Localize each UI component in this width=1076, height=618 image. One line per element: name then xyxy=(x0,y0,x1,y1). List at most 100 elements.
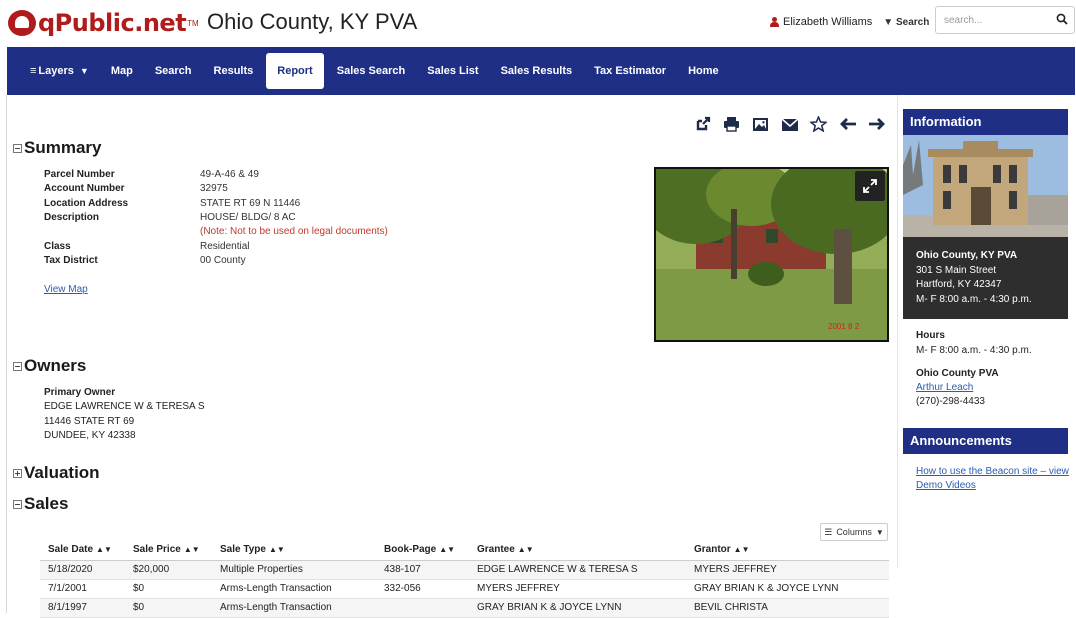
summary-value-account: 32975 xyxy=(200,183,228,195)
photo-date-stamp: 2001 8 2 xyxy=(828,322,860,331)
cell-book-page: 438-107 xyxy=(376,560,469,580)
share-icon[interactable] xyxy=(688,114,717,134)
print-icon[interactable] xyxy=(717,114,746,134)
column-header-sale-price[interactable]: Sale Price ▲▼ xyxy=(125,540,212,561)
user-name: Elizabeth Williams xyxy=(783,16,873,28)
sort-icon: ▲▼ xyxy=(733,545,750,555)
nav-item-search[interactable]: Search xyxy=(144,53,203,89)
expand-icon xyxy=(863,179,877,193)
owner-name: EDGE LAWRENCE W & TERESA S xyxy=(44,401,205,413)
table-row: 5/18/2020 $20,000 Multiple Properties 43… xyxy=(40,560,889,580)
nav-item-results[interactable]: Results xyxy=(203,53,265,89)
summary-value-description: HOUSE/ BLDG/ 8 AC xyxy=(200,211,296,223)
nav-item-sales-list[interactable]: Sales List xyxy=(416,53,489,89)
cell-grantee: EDGE LAWRENCE W & TERESA S xyxy=(469,560,686,580)
cell-grantor: BEVIL CHRISTA xyxy=(686,598,889,618)
sort-icon: ▲▼ xyxy=(517,545,534,555)
summary-section-header[interactable]: Summary xyxy=(13,138,101,158)
sort-icon: ▲▼ xyxy=(96,545,112,555)
top-header: qPublic.net TM Ohio County, KY PVA Eliza… xyxy=(0,0,1076,46)
nav-item-label: Layers xyxy=(38,65,74,77)
column-label: Sale Type xyxy=(220,544,266,556)
view-map-link[interactable]: View Map xyxy=(44,284,88,295)
cell-sale-price: $0 xyxy=(125,598,212,618)
table-header-row: Sale Date ▲▼ Sale Price ▲▼ Sale Type ▲▼ Boo… xyxy=(40,540,889,561)
valuation-section-header[interactable]: Valuation xyxy=(13,463,100,483)
sales-table: Sale Date ▲▼ Sale Price ▲▼ Sale Type ▲▼ Boo… xyxy=(40,540,889,618)
cell-grantor: GRAY BRIAN K & JOYCE LYNN xyxy=(686,579,889,599)
column-header-sale-type[interactable]: Sale Type ▲▼ xyxy=(212,540,376,561)
collapse-icon xyxy=(13,499,22,509)
cell-sale-type: Arms-Length Transaction xyxy=(212,579,376,599)
column-label: Book-Page xyxy=(384,544,437,556)
column-header-grantee[interactable]: Grantee ▲▼ xyxy=(469,540,686,561)
office-name: Ohio County, KY PVA xyxy=(916,250,1018,261)
user-menu[interactable]: Elizabeth Williams ▼ xyxy=(770,16,893,28)
cell-grantee: MYERS JEFFREY xyxy=(469,579,686,599)
nav-item-home[interactable]: Home xyxy=(677,53,730,89)
search-input[interactable] xyxy=(936,7,1046,33)
pva-phone: (270)-298-4433 xyxy=(916,396,985,407)
nav-item-tax-estimator[interactable]: Tax Estimator xyxy=(583,53,677,89)
nav-item-sales-results[interactable]: Sales Results xyxy=(490,53,584,89)
summary-table: Parcel Number 49-A-46 & 49 Account Numbe… xyxy=(0,168,640,278)
cell-sale-type: Multiple Properties xyxy=(212,560,376,580)
cell-sale-price: $0 xyxy=(125,579,212,599)
nav-item-map[interactable]: Map xyxy=(100,53,144,89)
summary-value-parcel: 49-A-46 & 49 xyxy=(200,169,259,180)
column-label: Sale Price xyxy=(133,544,181,556)
valuation-heading: Valuation xyxy=(24,463,100,482)
column-label: Grantee xyxy=(477,544,515,556)
owner-street: 11446 STATE RT 69 xyxy=(44,415,135,427)
summary-label: Location Address xyxy=(44,197,129,209)
star-icon[interactable] xyxy=(804,114,833,134)
cell-grantor: MYERS JEFFREY xyxy=(686,560,889,580)
pva-name-link[interactable]: Arthur Leach xyxy=(916,382,973,393)
owner-city: DUNDEE, KY 42338 xyxy=(44,429,136,441)
table-row: 7/1/2001 $0 Arms-Length Transaction 332-… xyxy=(40,579,889,599)
email-icon[interactable] xyxy=(775,114,804,134)
nav-item-sales-search[interactable]: Sales Search xyxy=(326,53,417,89)
logo-trademark: TM xyxy=(187,18,199,28)
courthouse-image xyxy=(903,135,1068,237)
summary-value-location: STATE RT 69 N 11446 xyxy=(200,197,301,209)
column-header-sale-date[interactable]: Sale Date ▲▼ xyxy=(40,540,125,561)
columns-icon: ☰ xyxy=(824,526,833,537)
summary-label: Parcel Number xyxy=(44,169,115,180)
site-title: Ohio County, KY PVA xyxy=(207,9,418,34)
cell-book-page: 332-056 xyxy=(376,579,469,599)
cell-grantee: GRAY BRIAN K & JOYCE LYNN xyxy=(469,598,686,618)
summary-label: Description xyxy=(44,211,100,223)
announcements-heading: Announcements xyxy=(903,428,1068,454)
primary-owner-label: Primary Owner xyxy=(44,387,116,398)
sort-icon: ▲▼ xyxy=(439,545,456,555)
logo-text: qPublic.net xyxy=(38,9,187,37)
report-toolbar xyxy=(688,114,891,134)
search-box xyxy=(935,6,1075,34)
arrow-right-icon[interactable] xyxy=(862,114,891,134)
sort-icon: ▲▼ xyxy=(183,545,200,555)
column-label: Sale Date xyxy=(48,544,94,556)
sales-section-header[interactable]: Sales xyxy=(13,494,68,514)
nav-item-layers[interactable]: ≡ Layers ▼ xyxy=(19,53,100,89)
courthouse-photo xyxy=(903,135,1068,237)
property-photo[interactable]: 2001 8 2 xyxy=(654,167,889,342)
summary-label: Tax District xyxy=(44,254,98,266)
column-header-book-page[interactable]: Book-Page ▲▼ xyxy=(376,540,469,561)
expand-photo-button[interactable] xyxy=(855,171,885,201)
announcement-link[interactable]: How to use the Beacon site – view Demo V… xyxy=(916,465,1071,492)
nav-item-report[interactable]: Report xyxy=(266,53,324,89)
columns-button[interactable]: ☰ Columns ▼ xyxy=(820,523,888,541)
arrow-left-icon[interactable] xyxy=(833,114,862,134)
pva-contact: Ohio County PVA Arthur Leach (270)-298-4… xyxy=(916,367,999,409)
office-address: Ohio County, KY PVA 301 S Main Street Ha… xyxy=(903,237,1068,319)
cell-sale-date: 8/1/1997 xyxy=(40,598,125,618)
owners-heading: Owners xyxy=(24,356,87,375)
image-icon[interactable] xyxy=(746,114,775,134)
summary-label: Account Number xyxy=(44,183,125,195)
column-header-grantor[interactable]: Grantor ▲▼ xyxy=(686,540,889,561)
search-icon[interactable] xyxy=(1056,13,1068,25)
owners-section-header[interactable]: Owners xyxy=(13,356,86,376)
summary-heading: Summary xyxy=(24,138,102,157)
qpublic-logo[interactable]: qPublic.net TM xyxy=(8,8,199,38)
